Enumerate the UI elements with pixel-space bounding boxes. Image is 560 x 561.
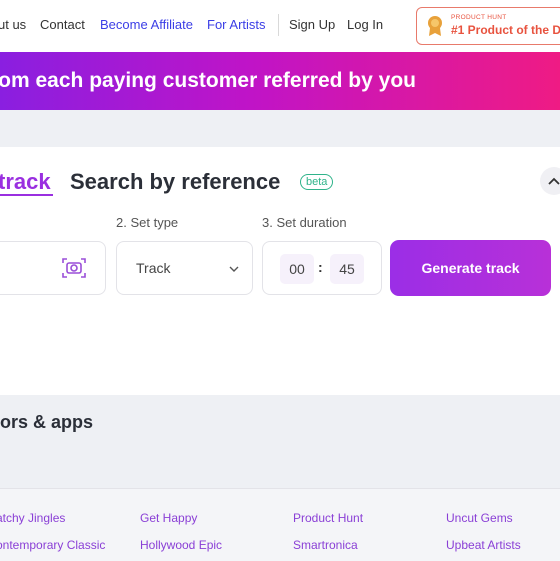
collapse-button[interactable] xyxy=(540,167,560,195)
nav-signup-link[interactable]: Sign Up xyxy=(289,17,335,32)
generator-card: track Search by reference beta 2. Set ty… xyxy=(0,147,560,395)
product-hunt-badge[interactable]: PRODUCT HUNT #1 Product of the Day xyxy=(416,7,560,45)
beta-badge: beta xyxy=(300,174,334,190)
active-tab-underline xyxy=(0,194,53,196)
minutes-field[interactable]: 00 xyxy=(280,254,314,284)
nav-divider xyxy=(278,14,279,36)
type-select-value: Track xyxy=(136,260,171,276)
tab-track[interactable]: track xyxy=(0,169,51,195)
type-select[interactable]: Track xyxy=(116,241,253,295)
badge-caption: PRODUCT HUNT xyxy=(451,14,507,21)
footer-link[interactable]: Smartronica xyxy=(293,538,358,552)
generate-track-button[interactable]: Generate track xyxy=(390,240,551,296)
chevron-down-icon xyxy=(229,266,239,272)
step-set-duration-label: 3. Set duration xyxy=(262,215,347,230)
nav-contact-link[interactable]: Contact xyxy=(40,17,85,32)
duration-input: 00 : 45 xyxy=(262,241,382,295)
chevron-up-icon xyxy=(548,177,560,185)
nav-login-link[interactable]: Log In xyxy=(347,17,383,32)
footer-link[interactable]: ontemporary Classic xyxy=(0,538,105,552)
nav-artists-link[interactable]: For Artists xyxy=(207,17,266,32)
section-title: tors & apps xyxy=(0,412,94,432)
badge-title: #1 Product of the Day xyxy=(451,23,560,37)
footer-link[interactable]: Upbeat Artists xyxy=(446,538,521,552)
affiliate-banner[interactable]: rom each paying customer referred by you xyxy=(0,52,560,110)
tab-search-by-reference[interactable]: Search by reference xyxy=(70,169,280,195)
top-nav: ut us Contact Become Affiliate For Artis… xyxy=(0,0,560,52)
footer-link[interactable]: atchy Jingles xyxy=(0,511,65,525)
time-separator: : xyxy=(318,259,323,275)
seconds-field[interactable]: 45 xyxy=(330,254,364,284)
footer-link[interactable]: Hollywood Epic xyxy=(140,538,222,552)
medal-icon xyxy=(428,16,442,36)
footer-link[interactable]: Get Happy xyxy=(140,511,197,525)
footer-links: atchy Jingles Get Happy Product Hunt Unc… xyxy=(0,488,560,561)
nav-affiliate-link[interactable]: Become Affiliate xyxy=(100,17,193,32)
nav-about-link[interactable]: ut us xyxy=(0,17,26,32)
camera-icon[interactable] xyxy=(61,256,87,280)
footer-link[interactable]: Uncut Gems xyxy=(446,511,513,525)
banner-text: rom each paying customer referred by you xyxy=(0,69,416,92)
genre-selector[interactable] xyxy=(0,241,106,295)
step-set-type-label: 2. Set type xyxy=(116,215,179,230)
footer-link[interactable]: Product Hunt xyxy=(293,511,363,525)
